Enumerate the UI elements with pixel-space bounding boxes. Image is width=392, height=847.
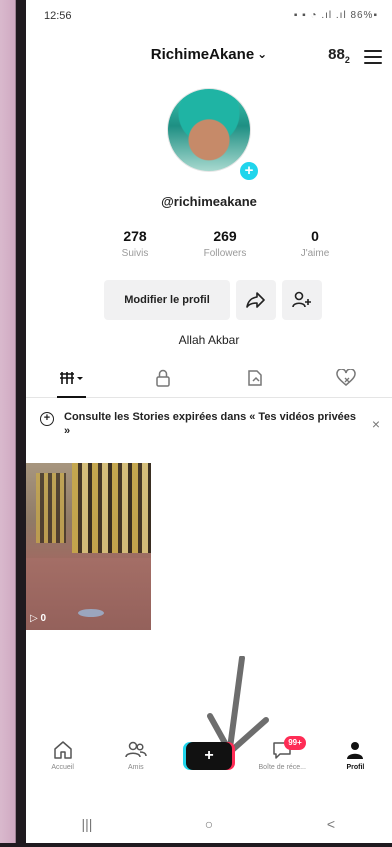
tab-videos-grid[interactable] bbox=[26, 358, 118, 398]
nav-home-label: Accueil bbox=[51, 764, 74, 771]
stories-notice: + Consulte les Stories expirées dans « T… bbox=[26, 406, 392, 452]
status-time: 12:56 bbox=[44, 10, 72, 22]
lock-icon bbox=[156, 369, 170, 387]
profile-icon bbox=[347, 742, 364, 759]
android-nav-bar: ||| ○ < bbox=[26, 806, 392, 842]
creator-tools-icon[interactable]: 882 bbox=[326, 46, 352, 68]
stat-following-value: 278 bbox=[123, 228, 147, 244]
stat-followers-value: 269 bbox=[213, 228, 237, 244]
share-profile-button[interactable] bbox=[236, 280, 276, 320]
nav-home[interactable]: Accueil bbox=[26, 736, 99, 786]
create-icon: + bbox=[186, 742, 232, 770]
tab-liked[interactable] bbox=[301, 358, 392, 397]
stat-likes-label: J'aime bbox=[300, 248, 330, 259]
bottom-nav: Accueil Amis + 99+ Boîte de réce... Prof… bbox=[26, 736, 392, 786]
profile-actions: Modifier le profil bbox=[104, 280, 322, 320]
nav-friends[interactable]: Amis bbox=[99, 736, 172, 786]
tab-reposts[interactable] bbox=[209, 358, 301, 397]
edit-profile-button[interactable]: Modifier le profil bbox=[104, 280, 230, 320]
friends-icon bbox=[125, 741, 147, 758]
inbox-badge: 99+ bbox=[284, 736, 306, 750]
status-bar: 12:56 ▪ ▪ ◔ .ıl .ıl 86%▪ bbox=[26, 0, 392, 30]
stat-following[interactable]: 278 Suivis bbox=[90, 228, 180, 268]
phone-screen: 12:56 ▪ ▪ ◔ .ıl .ıl 86%▪ RichimeAkane ⌄ 8… bbox=[26, 0, 392, 843]
nav-create[interactable]: + bbox=[172, 736, 245, 786]
creator-tools-glyph: 8 bbox=[336, 46, 345, 63]
thumbnail-fabric bbox=[72, 463, 151, 553]
thumbnail-fabric bbox=[36, 473, 66, 543]
add-friend-button[interactable] bbox=[282, 280, 322, 320]
home-icon bbox=[53, 741, 72, 759]
grid-icon bbox=[59, 371, 83, 384]
video-view-count: ▷ 0 bbox=[30, 613, 47, 624]
stat-likes[interactable]: 0 J'aime bbox=[270, 228, 360, 268]
add-person-icon bbox=[292, 291, 311, 308]
stat-followers[interactable]: 269 Followers bbox=[180, 228, 270, 268]
avatar[interactable] bbox=[167, 88, 251, 172]
plus-circle-icon: + bbox=[40, 412, 54, 426]
nav-friends-label: Amis bbox=[128, 764, 144, 771]
menu-icon[interactable] bbox=[364, 50, 382, 64]
device-frame-left bbox=[0, 0, 26, 847]
chevron-down-icon: ⌄ bbox=[257, 47, 268, 61]
back-button[interactable]: < bbox=[301, 816, 361, 832]
nav-profile[interactable]: Profil bbox=[319, 736, 392, 786]
creator-tools-sub: 2 bbox=[344, 55, 350, 65]
stat-likes-value: 0 bbox=[311, 228, 319, 244]
close-icon[interactable]: × bbox=[372, 416, 380, 432]
status-icons: ▪ ▪ ◔ .ıl .ıl 86%▪ bbox=[293, 10, 378, 21]
home-button[interactable]: ○ bbox=[179, 816, 239, 832]
profile-tabs bbox=[26, 358, 392, 398]
profile-handle: @richimeakane bbox=[161, 194, 257, 209]
username-title: RichimeAkane bbox=[150, 46, 255, 63]
share-icon bbox=[246, 292, 265, 308]
profile-bio: Allah Akbar bbox=[178, 333, 240, 347]
thumbnail-object bbox=[78, 609, 104, 617]
stat-following-label: Suivis bbox=[121, 248, 149, 259]
repost-icon bbox=[248, 369, 262, 386]
nav-inbox[interactable]: 99+ Boîte de réce... bbox=[246, 736, 319, 786]
recents-button[interactable]: ||| bbox=[57, 816, 117, 832]
device-frame-bottom bbox=[0, 843, 392, 847]
stat-followers-label: Followers bbox=[203, 248, 247, 259]
profile-stats: 278 Suivis 269 Followers 0 J'aime bbox=[90, 228, 360, 268]
video-thumbnail[interactable]: ▷ 0 bbox=[26, 463, 151, 630]
add-story-plus-icon[interactable]: + bbox=[238, 160, 260, 182]
profile-header: RichimeAkane ⌄ 882 bbox=[26, 40, 392, 76]
heart-hidden-icon bbox=[336, 368, 356, 386]
nav-profile-label: Profil bbox=[346, 764, 365, 771]
nav-inbox-label: Boîte de réce... bbox=[258, 764, 306, 771]
tab-private[interactable] bbox=[118, 358, 210, 397]
stories-notice-text[interactable]: Consulte les Stories expirées dans « Tes… bbox=[64, 410, 360, 438]
